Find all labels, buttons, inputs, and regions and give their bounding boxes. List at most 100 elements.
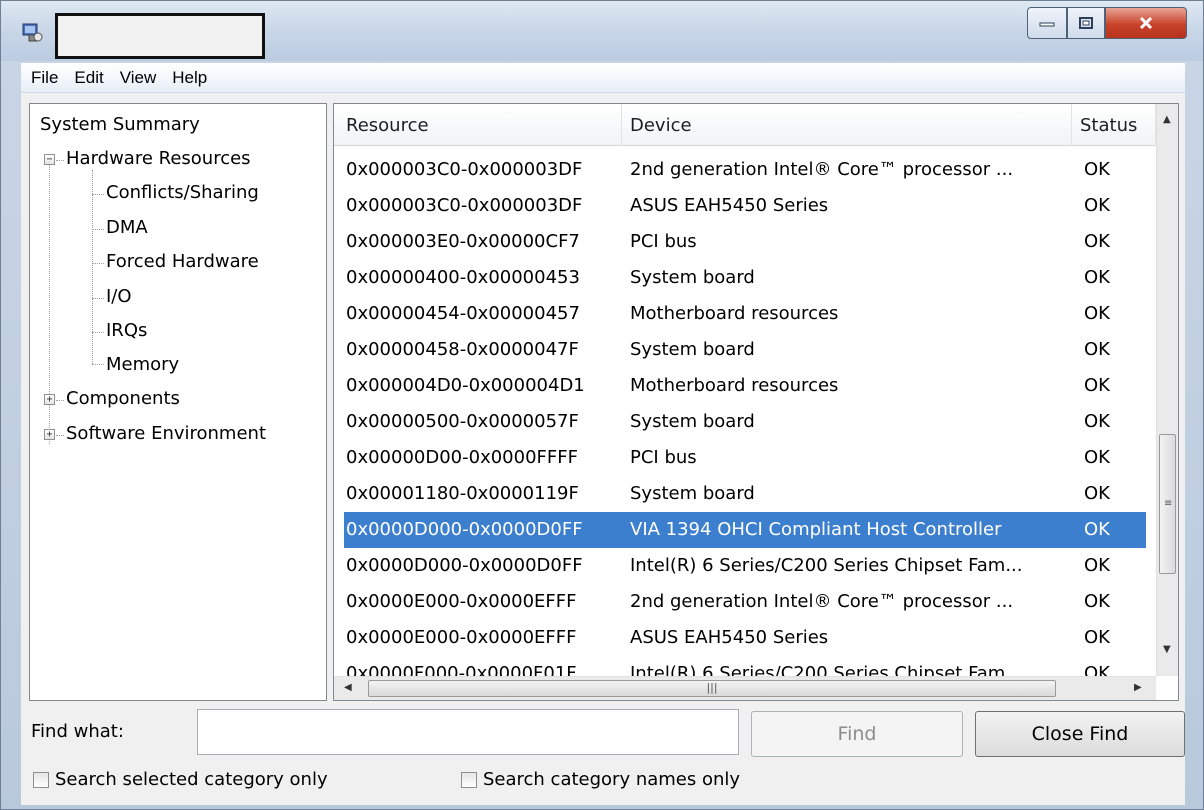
horizontal-scroll-thumb[interactable]: ||| <box>368 680 1056 697</box>
table-row[interactable]: 0x00001180-0x0000119F System board OK <box>334 476 1156 512</box>
system-info-app-icon <box>22 23 43 42</box>
menu-file[interactable]: File <box>25 68 64 88</box>
cell-device: VIA 1394 OHCI Compliant Host Controller <box>630 519 1002 540</box>
table-row[interactable]: 0x000003E0-0x00000CF7 PCI bus OK <box>334 224 1156 260</box>
tree-item-system-summary[interactable]: System Summary <box>40 114 200 136</box>
cell-status: OK <box>1084 591 1110 612</box>
cell-status: OK <box>1084 483 1110 504</box>
table-row[interactable]: 0x0000E000-0x0000EFFF ASUS EAH5450 Series… <box>334 620 1156 656</box>
vertical-scrollbar[interactable]: ▲ ≡ ▼ <box>1156 104 1178 676</box>
cell-resource: 0x00000454-0x00000457 <box>346 303 580 324</box>
vertical-scroll-thumb[interactable]: ≡ <box>1159 434 1176 574</box>
tree-connector <box>56 435 64 436</box>
table-row[interactable]: 0x000003C0-0x000003DF 2nd generation Inte… <box>334 152 1156 188</box>
tree-item-software-environment[interactable]: Software Environment <box>66 423 266 445</box>
cell-resource: 0x000003C0-0x000003DF <box>346 159 583 180</box>
close-find-button[interactable]: Close Find <box>975 711 1185 757</box>
cell-status: OK <box>1084 159 1110 180</box>
cell-device: Motherboard resources <box>630 375 839 396</box>
tree-connector <box>92 364 104 365</box>
table-row[interactable]: 0x00000458-0x0000047F System board OK <box>334 332 1156 368</box>
grip-icon: ≡ <box>1164 498 1173 509</box>
tree-item-io[interactable]: I/O <box>106 286 132 308</box>
minimize-button[interactable] <box>1027 7 1067 39</box>
table-row[interactable]: 0x0000E000-0x0000EFFF 2nd generation Inte… <box>334 584 1156 620</box>
cell-resource: 0x00001180-0x0000119F <box>346 483 579 504</box>
column-header-device[interactable]: Device <box>622 104 1072 146</box>
menu-view[interactable]: View <box>114 68 163 88</box>
column-header-status[interactable]: Status <box>1072 104 1156 146</box>
client-area: System Summary − Hardware Resources Conf… <box>21 93 1185 805</box>
scroll-down-icon[interactable]: ▼ <box>1163 644 1171 655</box>
tree-item-forced-hardware[interactable]: Forced Hardware <box>106 251 259 273</box>
tree-item-memory[interactable]: Memory <box>106 354 179 376</box>
search-category-names-checkbox[interactable] <box>461 771 477 788</box>
cell-device: System board <box>630 483 755 504</box>
horizontal-scrollbar[interactable]: ◀ ||| ▶ <box>334 676 1156 700</box>
close-button[interactable] <box>1105 7 1187 39</box>
tree-item-components[interactable]: Components <box>66 388 180 410</box>
tree-connector <box>56 160 64 161</box>
tree-connector <box>92 194 104 195</box>
table-row[interactable]: 0x000003C0-0x000003DF ASUS EAH5450 Series… <box>334 188 1156 224</box>
title-bar[interactable] <box>1 1 1203 61</box>
table-row[interactable]: 0x00000D00-0x0000FFFF PCI bus OK <box>334 440 1156 476</box>
table-row[interactable]: 0x0000D000-0x0000D0FF VIA 1394 OHCI Compl… <box>344 512 1146 548</box>
cell-status: OK <box>1084 519 1110 540</box>
cell-device: 2nd generation Intel® Core™ processor ..… <box>630 159 1014 180</box>
find-button[interactable]: Find <box>751 711 963 757</box>
list-header: Resource Device Status <box>334 104 1156 146</box>
cell-resource: 0x00000458-0x0000047F <box>346 339 579 360</box>
category-tree[interactable]: System Summary − Hardware Resources Conf… <box>29 103 327 701</box>
find-what-label: Find what: <box>31 721 124 742</box>
cell-device: System board <box>630 411 755 432</box>
cell-resource: 0x0000E000-0x0000EFFF <box>346 627 577 648</box>
search-category-names-label: Search category names only <box>483 769 741 790</box>
tree-item-hardware-resources[interactable]: Hardware Resources <box>66 148 251 170</box>
scroll-left-icon[interactable]: ◀ <box>344 682 352 693</box>
cell-device: PCI bus <box>630 231 697 252</box>
table-row[interactable]: 0x00000400-0x00000453 System board OK <box>334 260 1156 296</box>
cell-status: OK <box>1084 339 1110 360</box>
cell-status: OK <box>1084 195 1110 216</box>
cell-resource: 0x00000D00-0x0000FFFF <box>346 447 578 468</box>
search-category-names-option[interactable]: Search category names only <box>461 769 740 790</box>
cell-status: OK <box>1084 555 1110 576</box>
scroll-up-icon[interactable]: ▲ <box>1163 114 1171 125</box>
maximize-icon <box>1079 17 1093 29</box>
search-selected-category-option[interactable]: Search selected category only <box>33 769 328 790</box>
expand-icon[interactable]: + <box>44 394 55 405</box>
search-selected-category-label: Search selected category only <box>55 769 328 790</box>
expand-icon[interactable]: + <box>44 429 55 440</box>
cell-resource: 0x0000E000-0x0000EFFF <box>346 591 577 612</box>
resource-list[interactable]: Resource Device Status 0x000003C0-0x0000… <box>333 103 1179 701</box>
collapse-icon[interactable]: − <box>44 154 55 165</box>
cell-device: Motherboard resources <box>630 303 839 324</box>
grip-icon: ||| <box>706 681 718 694</box>
menu-edit[interactable]: Edit <box>68 68 109 88</box>
cell-status: OK <box>1084 231 1110 252</box>
cell-resource: 0x000004D0-0x000004D1 <box>346 375 585 396</box>
tree-connector <box>92 332 104 333</box>
cell-device: System board <box>630 339 755 360</box>
find-what-input[interactable] <box>197 709 739 755</box>
maximize-button[interactable] <box>1067 7 1105 39</box>
cell-device: PCI bus <box>630 447 697 468</box>
scroll-right-icon[interactable]: ▶ <box>1134 682 1142 693</box>
table-row[interactable]: 0x0000D000-0x0000D0FF Intel(R) 6 Series/C… <box>334 548 1156 584</box>
table-row[interactable]: 0x00000454-0x00000457 Motherboard resourc… <box>334 296 1156 332</box>
minimize-icon <box>1039 22 1055 27</box>
tree-connector <box>56 400 64 401</box>
table-row[interactable]: 0x000004D0-0x000004D1 Motherboard resourc… <box>334 368 1156 404</box>
table-row[interactable]: 0x00000500-0x0000057F System board OK <box>334 404 1156 440</box>
tree-item-irqs[interactable]: IRQs <box>106 320 147 342</box>
column-header-resource[interactable]: Resource <box>338 104 622 146</box>
tree-item-conflicts-sharing[interactable]: Conflicts/Sharing <box>106 182 259 204</box>
cell-status: OK <box>1084 627 1110 648</box>
search-selected-category-checkbox[interactable] <box>33 771 49 788</box>
cell-status: OK <box>1084 375 1110 396</box>
tree-item-dma[interactable]: DMA <box>106 217 148 239</box>
menu-help[interactable]: Help <box>166 68 213 88</box>
tree-connector <box>92 170 93 364</box>
system-information-window: File Edit View Help System Summary − Har… <box>0 0 1204 810</box>
